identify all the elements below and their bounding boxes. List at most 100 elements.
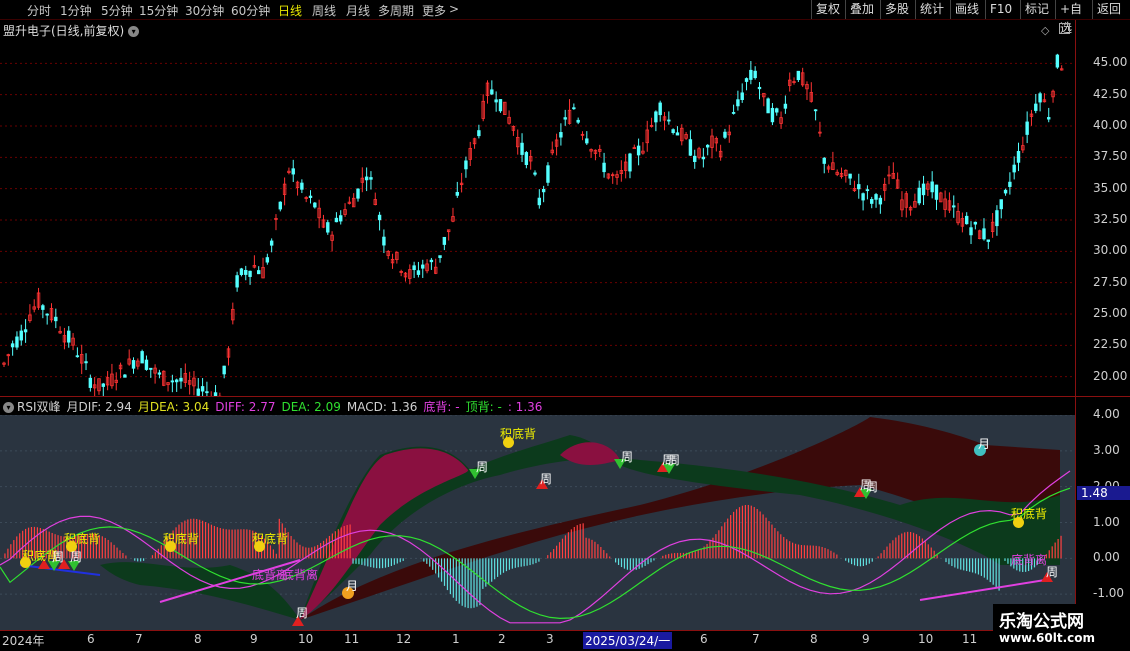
candle-body [88, 377, 93, 388]
candle-body [140, 351, 144, 364]
period-tab-10[interactable]: 更多 [422, 2, 446, 19]
indicator-chart[interactable] [0, 415, 1075, 630]
candle-body [934, 184, 939, 200]
candle-body [84, 361, 88, 364]
candle-body [123, 374, 127, 378]
toolbar-button-6[interactable]: 标记 [1020, 0, 1055, 19]
candle-body [1025, 121, 1029, 135]
signal-dot-icon [503, 437, 514, 448]
candle-body [15, 336, 19, 348]
candle-body [239, 268, 244, 275]
toolbar-button-3[interactable]: 统计 [915, 0, 950, 19]
candle-body [205, 391, 209, 394]
more-arrow-icon[interactable]: > [449, 2, 459, 16]
legend-item: 底背: - [423, 400, 460, 414]
candle-body [628, 153, 632, 172]
legend-item: 顶背: - [465, 400, 502, 414]
candle-body [861, 193, 865, 201]
price-tick: 40.00 [1093, 118, 1128, 132]
toolbar-button-0[interactable]: 复权 [811, 0, 845, 19]
candle-body [45, 313, 49, 316]
toolbar-button-7[interactable]: +自选 [1055, 0, 1092, 35]
period-tab-8[interactable]: 月线 [346, 2, 370, 19]
candle-body [421, 264, 425, 269]
date-label: 8 [810, 632, 818, 646]
period-tab-2[interactable]: 5分钟 [101, 2, 133, 19]
toolbar-button-8[interactable]: 返回 [1092, 0, 1130, 19]
candle-body [19, 330, 23, 341]
price-tick: 30.00 [1093, 243, 1128, 258]
candle-body [563, 117, 567, 120]
indicator-menu-icon[interactable]: ▾ [3, 402, 14, 413]
signal-dot-icon [20, 557, 31, 568]
period-tab-9[interactable]: 多周期 [378, 2, 414, 19]
annotation-zhou: 周 [52, 550, 65, 564]
brand-url: www.60lt.com [999, 631, 1096, 645]
candle-body [917, 187, 921, 204]
price-tick: 20.00 [1093, 368, 1128, 383]
candle-body [546, 165, 550, 183]
candlestick-chart[interactable] [0, 20, 1075, 396]
candle-body [783, 103, 788, 109]
candle-body [170, 380, 175, 383]
candle-body [736, 99, 740, 107]
period-tab-6[interactable]: 日线 [278, 2, 302, 19]
toolbar-button-1[interactable]: 叠加 [845, 0, 880, 19]
period-tab-7[interactable]: 周线 [312, 2, 336, 19]
panel-divider[interactable] [0, 396, 1130, 397]
candle-body [921, 183, 926, 196]
candle-body [67, 330, 71, 343]
candle-body [498, 99, 503, 112]
candle-body [770, 107, 775, 123]
annotation-zhou: 周 [1046, 565, 1059, 579]
candle-body [576, 119, 580, 123]
candle-body [157, 372, 162, 375]
candle-body [796, 70, 801, 81]
period-tab-1[interactable]: 1分钟 [60, 2, 92, 19]
legend-item: : 1.36 [507, 400, 543, 414]
candle-body [1047, 117, 1051, 120]
legend-item: DIFF: 2.77 [215, 400, 276, 414]
candle-body [753, 70, 757, 79]
candle-body [300, 182, 304, 190]
candle-body [848, 173, 852, 179]
candle-body [326, 222, 330, 233]
price-tick: 32.50 [1093, 212, 1128, 226]
candle-body [10, 343, 15, 348]
candle-body [412, 265, 416, 271]
date-label: 10 [918, 632, 934, 646]
price-tick: 22.50 [1093, 337, 1128, 352]
candle-body [572, 107, 576, 110]
candle-body [705, 144, 710, 148]
candle-body [494, 99, 498, 103]
period-tab-5[interactable]: 60分钟 [231, 2, 270, 19]
date-label: 6 [87, 632, 95, 646]
candle-body [870, 199, 874, 204]
date-label: 2025/03/24/一 [583, 632, 673, 649]
candle-body [731, 112, 736, 114]
candle-body [257, 270, 261, 275]
candle-body [23, 329, 28, 333]
legend-item: DEA: 2.09 [281, 400, 341, 414]
toolbar-button-5[interactable]: F10 [985, 0, 1020, 19]
candle-body [757, 86, 762, 90]
candle-body [999, 199, 1003, 210]
annotation-yue: 月 [346, 579, 359, 593]
candle-body [965, 215, 969, 225]
date-label: 9 [862, 632, 870, 646]
candle-body [41, 305, 45, 310]
candle-body [822, 157, 826, 164]
period-tab-4[interactable]: 30分钟 [185, 2, 224, 19]
date-label: 9 [250, 632, 258, 646]
period-tab-0[interactable]: 分时 [27, 2, 51, 19]
period-tab-3[interactable]: 15分钟 [139, 2, 178, 19]
candle-body [356, 188, 360, 199]
toolbar-button-2[interactable]: 多股 [880, 0, 915, 19]
candle-body [235, 275, 239, 288]
candle-body [775, 108, 779, 113]
date-label: 10 [298, 632, 314, 646]
date-label: 6 [700, 632, 708, 646]
toolbar-button-4[interactable]: 画线 [950, 0, 985, 19]
annotation-di-bei-li: 底背离 [1011, 553, 1048, 567]
candle-body [149, 367, 153, 370]
